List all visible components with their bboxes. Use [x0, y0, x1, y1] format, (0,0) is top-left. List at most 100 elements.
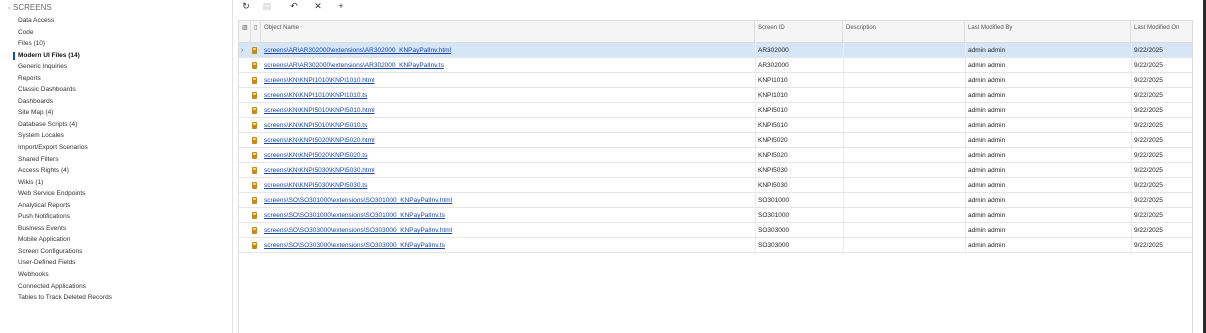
column-divider	[843, 133, 844, 147]
file-icon[interactable]	[252, 62, 257, 69]
sidebar-item[interactable]: Reports	[18, 73, 112, 85]
cell-object-name[interactable]: screens\KN\KNPI5010\KNPI5010.ts	[264, 118, 754, 133]
sidebar-item[interactable]: Push Notifications	[18, 211, 112, 223]
save-icon[interactable]: ▤	[261, 0, 273, 12]
undo-icon[interactable]: ↶	[288, 0, 300, 12]
refresh-icon[interactable]: ↻	[240, 0, 252, 12]
sidebar-item[interactable]: Web Service Endpoints	[18, 188, 112, 200]
cell-object-name[interactable]: screens\SO\SO301000\extensions\SO301000_…	[264, 193, 754, 208]
sidebar-item[interactable]: System Locales	[18, 130, 112, 142]
file-icon[interactable]	[252, 47, 257, 54]
file-icon[interactable]	[252, 182, 257, 189]
sidebar-item[interactable]: Site Map (4)	[18, 107, 112, 119]
sidebar-item[interactable]: Database Scripts (4)	[18, 119, 112, 131]
table-row[interactable]: screens\SO\SO301000\extensions\SO301000_…	[239, 193, 1192, 208]
sidebar-item[interactable]: Dashboards	[18, 96, 112, 108]
sidebar-item[interactable]: Shared Filters	[18, 154, 112, 166]
column-divider	[755, 223, 756, 237]
cell-object-name[interactable]: screens\KN\KNPI5020\KNPI5020.ts	[264, 148, 754, 163]
column-divider	[1131, 88, 1132, 102]
chevron-right-icon[interactable]: ›	[8, 6, 10, 12]
grid-rows: › screens\AR\AR302000\extensions\AR302000…	[239, 43, 1192, 253]
table-row[interactable]: screens\SO\SO301000\extensions\SO301000_…	[239, 208, 1192, 223]
cell-object-name[interactable]: screens\KN\KNPI5010\KNPI5010.html	[264, 103, 754, 118]
sidebar-item[interactable]: Generic Inquiries	[18, 61, 112, 73]
sidebar-item[interactable]: Access Rights (4)	[18, 165, 112, 177]
sidebar-item[interactable]: Classic Dashboards	[18, 84, 112, 96]
sidebar-item[interactable]: Analytical Reports	[18, 200, 112, 212]
sidebar-item[interactable]: Webhooks	[18, 269, 112, 281]
table-row[interactable]: screens\AR\AR302000\extensions\AR302000_…	[239, 58, 1192, 73]
sidebar-item[interactable]: Code	[18, 27, 112, 39]
file-icon[interactable]	[252, 167, 257, 174]
file-icon[interactable]	[252, 77, 257, 84]
cell-object-name[interactable]: screens\KN\KNPI5030\KNPI5030.ts	[264, 178, 754, 193]
table-row[interactable]: screens\SO\SO303000\extensions\SO303000_…	[239, 223, 1192, 238]
cell-object-name[interactable]: screens\AR\AR302000\extensions\AR302000_…	[264, 43, 754, 58]
file-icon[interactable]	[252, 212, 257, 219]
sidebar-item[interactable]: Tables to Track Deleted Records	[18, 292, 112, 304]
sidebar-root[interactable]: › SCREENS	[8, 3, 52, 12]
cell-object-name[interactable]: screens\SO\SO301000\extensions\SO301000_…	[264, 208, 754, 223]
table-row[interactable]: screens\KN\KNPI5010\KNPI5010.html KNPI501…	[239, 103, 1192, 118]
table-row[interactable]: screens\KN\KNPI1010\KNPI1010.html KNPI101…	[239, 73, 1192, 88]
table-row[interactable]: screens\KN\KNPI5030\KNPI5030.html KNPI503…	[239, 163, 1192, 178]
sidebar-item[interactable]: Wikis (1)	[18, 177, 112, 189]
column-divider	[1131, 193, 1132, 207]
sidebar-item[interactable]: User-Defined Fields	[18, 257, 112, 269]
file-icon[interactable]	[252, 107, 257, 114]
table-row[interactable]: screens\KN\KNPI5020\KNPI5020.html KNPI502…	[239, 133, 1192, 148]
file-icon[interactable]	[252, 242, 257, 249]
sidebar-item[interactable]: Mobile Application	[18, 234, 112, 246]
file-icon[interactable]	[252, 137, 257, 144]
column-divider	[843, 223, 844, 237]
table-row[interactable]: screens\KN\KNPI5010\KNPI5010.ts KNPI5010 a…	[239, 118, 1192, 133]
file-icon[interactable]	[252, 122, 257, 129]
cell-last-modified-by: admin admin	[968, 197, 1006, 204]
toolbar: ↻ ▤ ↶ ✕ +	[238, 0, 378, 14]
sidebar-item[interactable]: Modern UI Files (14)	[13, 50, 112, 62]
table-row[interactable]: screens\KN\KNPI5020\KNPI5020.ts KNPI5020 a…	[239, 148, 1192, 163]
cell-last-modified-on: 9/22/2025	[1134, 122, 1163, 129]
column-divider	[965, 103, 966, 117]
header-last-modified-on[interactable]: Last Modified On	[1131, 21, 1192, 43]
sidebar-item[interactable]: Business Events	[18, 223, 112, 235]
grid-settings-icon[interactable]: ▥	[239, 21, 251, 43]
cell-object-name[interactable]: screens\AR\AR302000\extensions\AR302000_…	[264, 58, 754, 73]
header-screen-id[interactable]: Screen ID	[755, 21, 843, 43]
header-description[interactable]: Description	[843, 21, 965, 43]
column-divider	[755, 133, 756, 147]
header-object-name[interactable]: Object Name	[261, 21, 755, 43]
cell-object-name[interactable]: screens\KN\KNPI1010\KNPI1010.ts	[264, 88, 754, 103]
cell-object-name[interactable]: screens\SO\SO303000\extensions\SO303000_…	[264, 223, 754, 238]
table-row[interactable]: screens\KN\KNPI1010\KNPI1010.ts KNPI1010 a…	[239, 88, 1192, 103]
file-column-icon: ▯	[251, 21, 261, 43]
cell-screen-id: SO303000	[758, 242, 790, 249]
window-edge	[1193, 0, 1206, 333]
sidebar-item[interactable]: Files (10)	[18, 38, 112, 50]
sidebar-item[interactable]: Connected Applications	[18, 281, 112, 293]
cell-object-name[interactable]: screens\SO\SO303000\extensions\SO303000_…	[264, 238, 754, 253]
sidebar-item[interactable]: Screen Configurations	[18, 246, 112, 258]
header-last-modified-by[interactable]: Last Modified By	[965, 21, 1131, 43]
column-divider	[755, 163, 756, 177]
file-icon[interactable]	[252, 197, 257, 204]
sidebar-item[interactable]: Import/Export Scenarios	[18, 142, 112, 154]
sidebar-item[interactable]: Data Access	[18, 15, 112, 27]
table-row[interactable]: screens\KN\KNPI5030\KNPI5030.ts KNPI5030 a…	[239, 178, 1192, 193]
cell-object-name[interactable]: screens\KN\KNPI5030\KNPI5030.html	[264, 163, 754, 178]
file-icon[interactable]	[252, 227, 257, 234]
cell-last-modified-by: admin admin	[968, 122, 1006, 129]
cell-description	[846, 178, 964, 193]
cell-object-name[interactable]: screens\KN\KNPI1010\KNPI1010.html	[264, 73, 754, 88]
column-divider	[755, 193, 756, 207]
add-icon[interactable]: +	[335, 0, 347, 12]
cell-object-name[interactable]: screens\KN\KNPI5020\KNPI5020.html	[264, 133, 754, 148]
column-divider	[965, 58, 966, 72]
table-row[interactable]: › screens\AR\AR302000\extensions\AR302000…	[239, 43, 1192, 58]
table-row[interactable]: screens\SO\SO303000\extensions\SO303000_…	[239, 238, 1192, 253]
file-icon[interactable]	[252, 152, 257, 159]
file-icon[interactable]	[252, 92, 257, 99]
cell-last-modified-on: 9/22/2025	[1134, 137, 1163, 144]
delete-icon[interactable]: ✕	[312, 0, 324, 12]
